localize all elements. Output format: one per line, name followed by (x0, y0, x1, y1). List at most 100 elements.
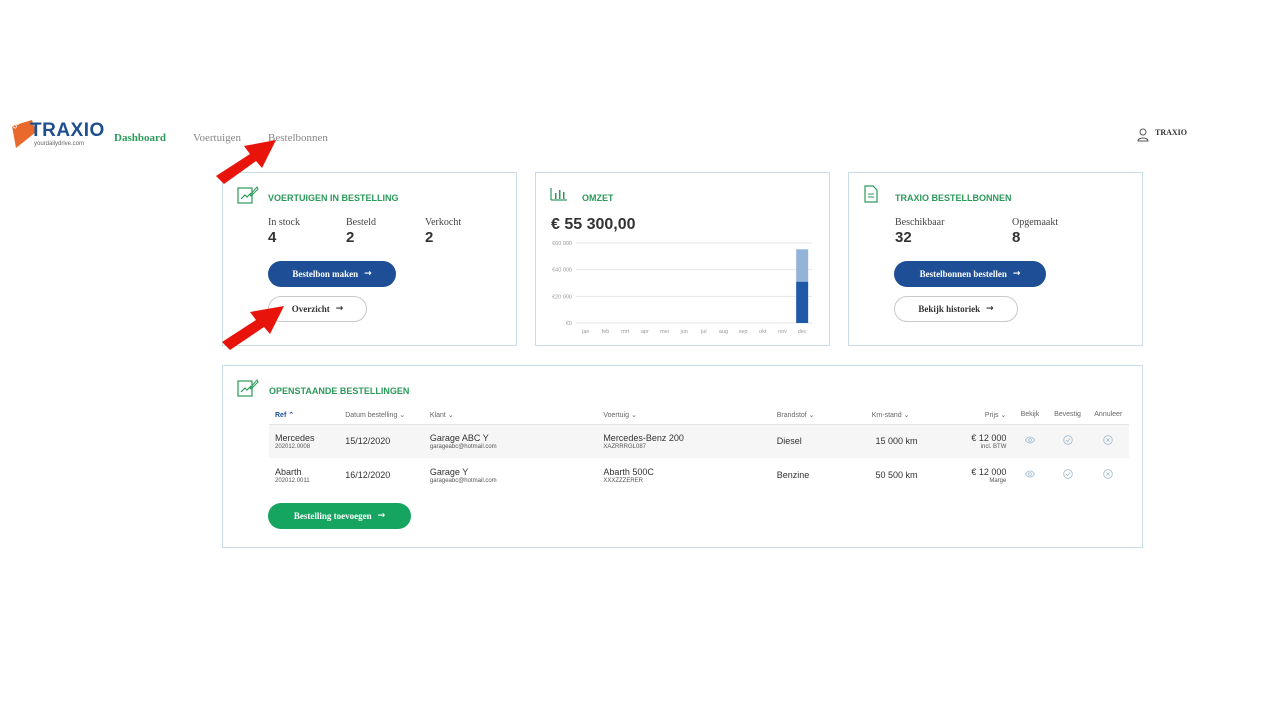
chart-y-tick-label: €20 000 (552, 294, 572, 300)
chart-x-tick-label: okt (759, 329, 767, 335)
chart-y-tick-label: €40 000 (552, 268, 572, 274)
card-title: TRAXIO BESTELLBONNEN (895, 193, 1012, 203)
nav-dashboard[interactable]: Dashboard (114, 132, 166, 144)
user-name: TRAXIO (1155, 128, 1188, 137)
col-prijs[interactable]: Prijs ⌄ (923, 406, 1013, 425)
cell-bevestig (1047, 458, 1087, 492)
col-klant[interactable]: Klant ⌄ (423, 406, 598, 425)
col-label: Ref (275, 411, 287, 419)
col-label: Datum bestelling (345, 411, 398, 419)
col-brandstof[interactable]: Brandstof ⌄ (770, 406, 866, 425)
chart-x-tick-label: mrt (621, 329, 629, 335)
table-header-row: Ref ⌃ Datum bestelling ⌄ Klant ⌄ Voertui… (269, 406, 1129, 425)
stat-label-beschikbaar: Beschikbaar (895, 217, 945, 228)
col-datum[interactable]: Datum bestelling ⌄ (339, 406, 424, 425)
logo-tagline: yourdailydrive.com (34, 141, 85, 147)
cancel-circle-icon[interactable] (1103, 435, 1113, 445)
chart-bar (796, 281, 809, 323)
table-row[interactable]: Mercedes 202012.0008 15/12/2020 Garage AB… (269, 424, 1129, 458)
klant-email: garageabc@hotmail.com (429, 443, 497, 450)
col-ref[interactable]: Ref ⌃ (269, 406, 340, 425)
cancel-circle-icon[interactable] (1103, 469, 1113, 479)
ref-number: 202012.0011 (275, 477, 310, 484)
bestelling-toevoegen-button[interactable]: Bestelling toevoegen → (268, 503, 411, 529)
col-bekijk: Bekijk (1012, 406, 1048, 425)
document-icon (864, 185, 878, 203)
cell-voertuig: Abarth 500C XXXZZZERER (597, 458, 770, 492)
bestelbonnen-bestellen-button[interactable]: Bestelbonnen bestellen → (894, 261, 1046, 287)
arrow-right-icon: → (1012, 269, 1021, 279)
prijs-note: incl. BTW (980, 443, 1007, 450)
col-voertuig[interactable]: Voertuig ⌄ (597, 406, 771, 425)
stat-value-besteld: 2 (346, 229, 355, 246)
chart-x-tick-label: mei (660, 329, 669, 335)
cell-annuleer (1087, 424, 1129, 458)
user-icon (1137, 128, 1149, 142)
col-label: Brandstof (776, 411, 807, 419)
omzet-total: € 55 300,00 (551, 216, 636, 233)
stat-label-opgemaakt: Opgemaakt (1012, 217, 1059, 228)
card-title: OPENSTAANDE BESTELLINGEN (269, 386, 410, 396)
cell-klant: Garage Ygarageabc@hotmail.com (424, 458, 597, 492)
cell-prijs: € 12 000 Marge (924, 458, 1013, 492)
button-label: Bestelling toevoegen (293, 511, 372, 521)
chart-x-tick-label: feb (602, 329, 610, 335)
button-label: Overzicht (291, 304, 330, 314)
logo-wordmark: TRAXIO (30, 120, 105, 141)
voertuig-name: Abarth 500C (603, 466, 654, 477)
stat-value-beschikbaar: 32 (895, 229, 912, 246)
col-annuleer: Annuleer (1087, 406, 1129, 425)
col-km[interactable]: Km-stand ⌄ (865, 406, 924, 425)
cell-km: 15 000 km (865, 424, 924, 458)
cell-bevestig (1047, 424, 1088, 458)
check-circle-icon[interactable] (1062, 469, 1073, 479)
voertuig-name: Mercedes-Benz 200 (603, 432, 684, 443)
cell-ref: Mercedes 202012.0008 (269, 424, 340, 458)
cell-ref: Abarth 202012.0011 (269, 458, 339, 492)
stat-label-verkocht: Verkocht (425, 217, 462, 228)
button-label: Bestelbonnen bestellen (919, 269, 1007, 279)
edit-document-icon (237, 186, 259, 204)
eye-icon[interactable] (1024, 469, 1035, 479)
traxio-logo[interactable]: DEMO TRAXIO yourdailydrive.com (10, 112, 104, 152)
col-label: Prijs (984, 411, 999, 419)
stat-label-in-stock: In stock (268, 217, 300, 228)
cell-datum: 16/12/2020 (345, 470, 391, 480)
cell-datum: 15/12/2020 (339, 424, 424, 458)
chart-x-tick-label: jan (581, 329, 589, 335)
chart-x-tick-label: jun (679, 329, 687, 335)
chart-x-tick-label: dec (798, 329, 807, 335)
user-menu[interactable]: TRAXIO (1137, 128, 1187, 142)
chart-bar (796, 249, 809, 282)
bestelbon-maken-button[interactable]: Bestelbon maken → (268, 261, 396, 287)
prijs-value: € 12 000 (971, 432, 1007, 443)
cell-bekijk (1012, 458, 1047, 492)
arrow-right-icon: → (335, 304, 344, 314)
cell-annuleer (1088, 458, 1129, 492)
omzet-bar-chart: €60 000 €40 000 €20 000 €0 jan feb mrt apr mei ju… (552, 241, 812, 335)
chart-x-tick-label: jul (700, 329, 707, 335)
cell-brandstof: Diesel (770, 424, 866, 458)
button-label: Bestelbon maken (292, 269, 359, 279)
bar-chart-icon (550, 188, 567, 201)
omzet-card: OMZET € 55 300,00 €60 000 €40 000 €20 000 €… (535, 172, 830, 346)
chart-x-tick-label: sep (739, 329, 748, 335)
klant-name: Garage Y (429, 466, 469, 477)
voertuig-vin: XXXZZZERER (603, 477, 643, 484)
col-label: Klant (429, 411, 446, 419)
prijs-note: Marge (989, 477, 1007, 484)
check-circle-icon[interactable] (1062, 435, 1073, 445)
stat-label-besteld: Besteld (346, 217, 376, 228)
bekijk-historiek-button[interactable]: Bekijk historiek → (894, 296, 1018, 322)
stat-value-opgemaakt: 8 (1012, 229, 1021, 246)
eye-icon[interactable] (1024, 435, 1035, 445)
stat-value-verkocht: 2 (425, 229, 434, 246)
chart-x-tick-label: nov (778, 329, 787, 335)
table-row[interactable]: Abarth 202012.0011 16/12/2020 Garage Ygar… (269, 458, 1129, 492)
chart-x-tick-label: apr (641, 329, 649, 335)
annotation-arrow-icon (216, 140, 276, 184)
klant-name: Garage ABC Y (429, 432, 489, 443)
klant-email: garageabc@hotmail.com (429, 477, 497, 484)
arrow-right-icon: → (377, 511, 386, 521)
openstaande-bestellingen-card: OPENSTAANDE BESTELLINGEN Ref ⌃ Datum bes… (222, 365, 1143, 548)
